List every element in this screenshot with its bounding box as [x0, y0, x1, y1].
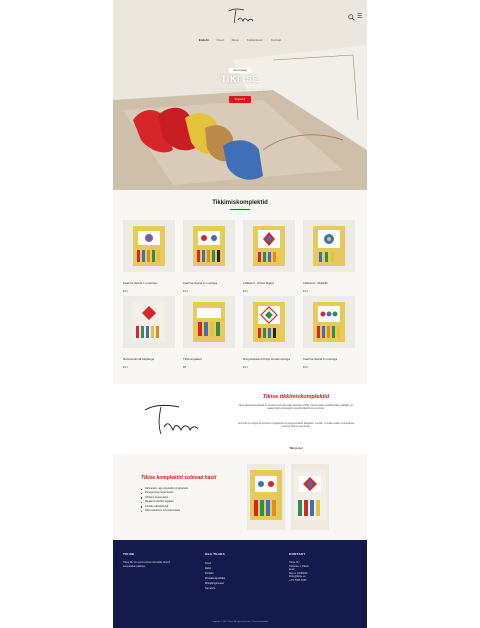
- footer-heading: KONTAKT: [289, 552, 306, 556]
- benefits-section: Tikise komplektid sobivad hästi Vahvatek…: [113, 454, 367, 540]
- product-price: €14: [123, 364, 128, 369]
- product-image[interactable]: [243, 220, 295, 272]
- footer: TIKISE Tikise OÜ on eestis tehtud rahvus…: [113, 540, 367, 628]
- benefits-title: Tikise komplektid sobivad hästi: [141, 475, 217, 481]
- product-card[interactable]: Kadrina tikand 1 mustriga €14: [123, 220, 175, 293]
- product-photo: [291, 464, 329, 530]
- product-name[interactable]: Kadrina tikand 3 mustriga: [303, 358, 355, 362]
- product-price: €14: [303, 288, 308, 293]
- nav-item-home[interactable]: Esileht: [199, 38, 209, 42]
- product-card[interactable]: Lilltikand - Rukkilill €14: [303, 220, 355, 293]
- nav-item-collection[interactable]: Kollektsioon: [247, 38, 263, 42]
- product-name[interactable]: Rahvusvärvid tulpidega: [123, 358, 175, 362]
- about-paragraph: Juhendid on selged ja sobivad nii algaja…: [237, 422, 355, 429]
- hero-badge: Uus hooaeg: [229, 68, 251, 73]
- about-title: Tikise tikkimiskomplektid: [262, 394, 330, 400]
- product-image[interactable]: [123, 296, 175, 348]
- product-price: €8: [183, 364, 187, 369]
- product-card[interactable]: Kadrina tikand 3 mustriga €14: [303, 296, 355, 369]
- nav-item-contact[interactable]: Kontakt: [271, 38, 281, 42]
- footer-col-contact: KONTAKT Tikise OÜ Tikkimise 1, Tallinn E…: [289, 552, 359, 583]
- product-card[interactable]: Lilltikand - Kihnu tikand €14: [243, 220, 295, 293]
- list-item: Rahvuskultuuri tutvustamiseks: [141, 509, 231, 513]
- hero-section: ☰ Esileht Pood Meist Kollektsioon Kontak…: [113, 0, 367, 190]
- products-section: Tikkimiskomplektid Kadrina tikand 1 must…: [113, 190, 367, 384]
- logo[interactable]: [226, 6, 256, 26]
- copyright: Copyright © 2024 Tikise. All rights rese…: [211, 621, 269, 623]
- product-image[interactable]: [243, 296, 295, 348]
- product-name[interactable]: Lilltikand - Kihnu tikand: [243, 282, 295, 286]
- hero-image: [113, 0, 367, 190]
- product-image[interactable]: [303, 220, 355, 272]
- product-name[interactable]: Ristpistetikand Kõpu kindamustriga: [243, 358, 295, 362]
- footer-col-links: HEA TEADA Pood Meist Kontakt Privaatsusp…: [205, 552, 265, 591]
- title-underline: [230, 209, 250, 210]
- product-card[interactable]: Kadrina tikand 2 mustriga €14: [183, 220, 235, 293]
- about-paragraph: Meie tikkimiskomplektid on loodud eesti …: [239, 404, 353, 411]
- about-sign: Tiiki ja Ise!: [289, 447, 303, 450]
- hero-subtitle: Eestis loodud rahvuslike tikandi komplek…: [211, 88, 269, 92]
- nav-item-about[interactable]: Meist: [232, 38, 239, 42]
- section-title: Tikkimiskomplektid: [212, 200, 268, 206]
- menu-icon[interactable]: ☰: [357, 14, 362, 21]
- product-price: €14: [183, 288, 188, 293]
- product-price: €14: [243, 288, 248, 293]
- product-price: €14: [243, 364, 248, 369]
- product-photo: [247, 464, 285, 530]
- product-image[interactable]: [123, 220, 175, 272]
- product-image[interactable]: [303, 296, 355, 348]
- product-name[interactable]: Lilltikand - Rukkilill: [303, 282, 355, 286]
- benefits-list: Vahvateks, aga sisukaiks kingitusteks Pe…: [141, 487, 231, 513]
- product-name[interactable]: Kadrina tikand 2 mustriga: [183, 282, 235, 286]
- contact-phone[interactable]: +372 5555 5555: [289, 579, 359, 583]
- footer-text: Tikise OÜ on eestis tehtud rahvuslike ti…: [123, 561, 170, 568]
- about-section: Tikise tikkimiskomplektid Meie tikkimisk…: [113, 384, 367, 454]
- footer-heading: TIKISE: [123, 552, 135, 556]
- nav-item-shop[interactable]: Pood: [217, 38, 224, 42]
- product-name[interactable]: Tikkimispakett: [183, 358, 235, 362]
- product-card[interactable]: Ristpistetikand Kõpu kindamustriga €14: [243, 296, 295, 369]
- footer-link[interactable]: Tarneinfo: [205, 586, 265, 591]
- page: ☰ Esileht Pood Meist Kollektsioon Kontak…: [113, 0, 367, 628]
- footer-heading: HEA TEADA: [205, 552, 226, 556]
- product-price: €14: [303, 364, 308, 369]
- hero-title: TIKI ISE: [220, 74, 259, 84]
- product-image[interactable]: [183, 220, 235, 272]
- footer-col-about: TIKISE Tikise OÜ on eestis tehtud rahvus…: [123, 552, 183, 568]
- shop-button[interactable]: E-pood: [229, 96, 251, 103]
- main-nav: Esileht Pood Meist Kollektsioon Kontakt: [113, 38, 367, 42]
- search-icon[interactable]: [348, 14, 355, 21]
- product-card[interactable]: Tikkimispakett €8: [183, 296, 235, 369]
- product-image[interactable]: [183, 296, 235, 348]
- product-card[interactable]: Rahvusvärvid tulpidega €14: [123, 296, 175, 369]
- signature-logo: [144, 405, 199, 435]
- product-price: €14: [123, 288, 128, 293]
- product-name[interactable]: Kadrina tikand 1 mustriga: [123, 282, 175, 286]
